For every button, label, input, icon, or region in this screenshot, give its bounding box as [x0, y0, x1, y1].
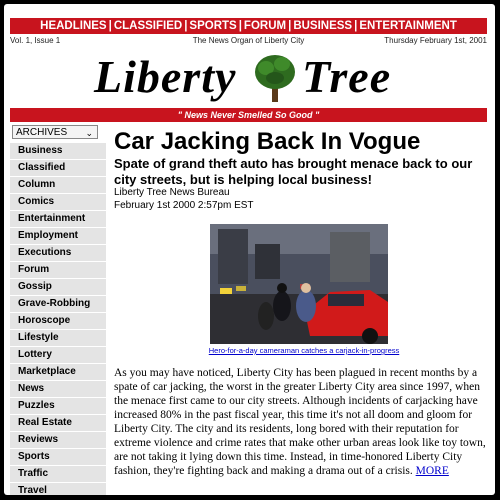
info-bar: Vol. 1, Issue 1 The News Organ of Libert…	[10, 35, 487, 47]
byline-bureau: Liberty Tree News Bureau	[114, 187, 230, 198]
topnav-classified[interactable]: CLASSIFIED	[114, 20, 182, 32]
tree-icon	[255, 55, 295, 102]
sidebar-item-reviews[interactable]: Reviews	[10, 432, 106, 449]
chevron-down-icon: ⌄	[85, 128, 93, 138]
sidebar-item-executions[interactable]: Executions	[10, 245, 106, 262]
sidebar-item-entertainment[interactable]: Entertainment	[10, 211, 106, 228]
nav-separator: |	[238, 20, 242, 32]
more-link[interactable]: MORE	[416, 465, 449, 477]
sidebar-item-forum[interactable]: Forum	[10, 262, 106, 279]
article-headline: Car Jacking Back In Vogue	[114, 128, 421, 155]
sidebar-item-classified[interactable]: Classified	[10, 160, 106, 177]
sidebar-item-marketplace[interactable]: Marketplace	[10, 364, 106, 381]
topnav-sports[interactable]: SPORTS	[189, 20, 236, 32]
sidebar-item-traffic[interactable]: Traffic	[10, 466, 106, 483]
article-dek: Spate of grand theft auto has brought me…	[114, 156, 473, 187]
page-frame: HEADLINES | CLASSIFIED | SPORTS | FORUM | BUSINE…	[4, 4, 495, 495]
article-body-text: As you may have noticed, Liberty City ha…	[114, 367, 486, 477]
nav-separator: |	[108, 20, 112, 32]
sidebar-item-employment[interactable]: Employment	[10, 228, 106, 245]
article-photo[interactable]	[210, 224, 388, 344]
topnav-headlines[interactable]: HEADLINES	[40, 20, 106, 32]
masthead-logo[interactable]: Liberty Tree	[94, 50, 414, 105]
logo-word-liberty: Liberty	[94, 51, 237, 102]
sidebar-item-horoscope[interactable]: Horoscope	[10, 313, 106, 330]
sidebar-item-column[interactable]: Column	[10, 177, 106, 194]
article-body: As you may have noticed, Liberty City ha…	[114, 366, 490, 478]
sidebar-item-sports[interactable]: Sports	[10, 449, 106, 466]
topnav-entertainment[interactable]: ENTERTAINMENT	[359, 20, 457, 32]
topnav-forum[interactable]: FORUM	[244, 20, 286, 32]
sidebar-item-lottery[interactable]: Lottery	[10, 347, 106, 364]
top-navigation: HEADLINES | CLASSIFIED | SPORTS | FORUM | BUSINE…	[10, 18, 487, 34]
issue-date: Thursday February 1st, 2001	[384, 36, 487, 45]
sidebar-item-news[interactable]: News	[10, 381, 106, 398]
sidebar-item-grave-robbing[interactable]: Grave-Robbing	[10, 296, 106, 313]
sidebar-item-travel[interactable]: Travel	[10, 483, 106, 495]
sidebar-item-puzzles[interactable]: Puzzles	[10, 398, 106, 415]
sidebar-item-lifestyle[interactable]: Lifestyle	[10, 330, 106, 347]
archives-label: ARCHIVES	[16, 127, 68, 138]
logo-word-tree: Tree	[302, 51, 392, 102]
sidebar-item-business[interactable]: Business	[10, 143, 106, 160]
topnav-business[interactable]: BUSINESS	[293, 20, 352, 32]
byline-timestamp: February 1st 2000 2:57pm EST	[114, 200, 254, 211]
sidebar-item-comics[interactable]: Comics	[10, 194, 106, 211]
archives-dropdown[interactable]: ARCHIVES ⌄	[12, 125, 98, 139]
sidebar-item-gossip[interactable]: Gossip	[10, 279, 106, 296]
sidebar-nav: Business Classified Column Comics Entertainm…	[10, 143, 106, 495]
byline: Liberty Tree News Bureau February 1st 20…	[114, 186, 254, 212]
photo-caption-link[interactable]: Hero-for-a-day cameraman catches a carja…	[114, 346, 494, 355]
slogan-bar: " News Never Smelled So Good "	[10, 108, 487, 122]
sidebar-item-real-estate[interactable]: Real Estate	[10, 415, 106, 432]
